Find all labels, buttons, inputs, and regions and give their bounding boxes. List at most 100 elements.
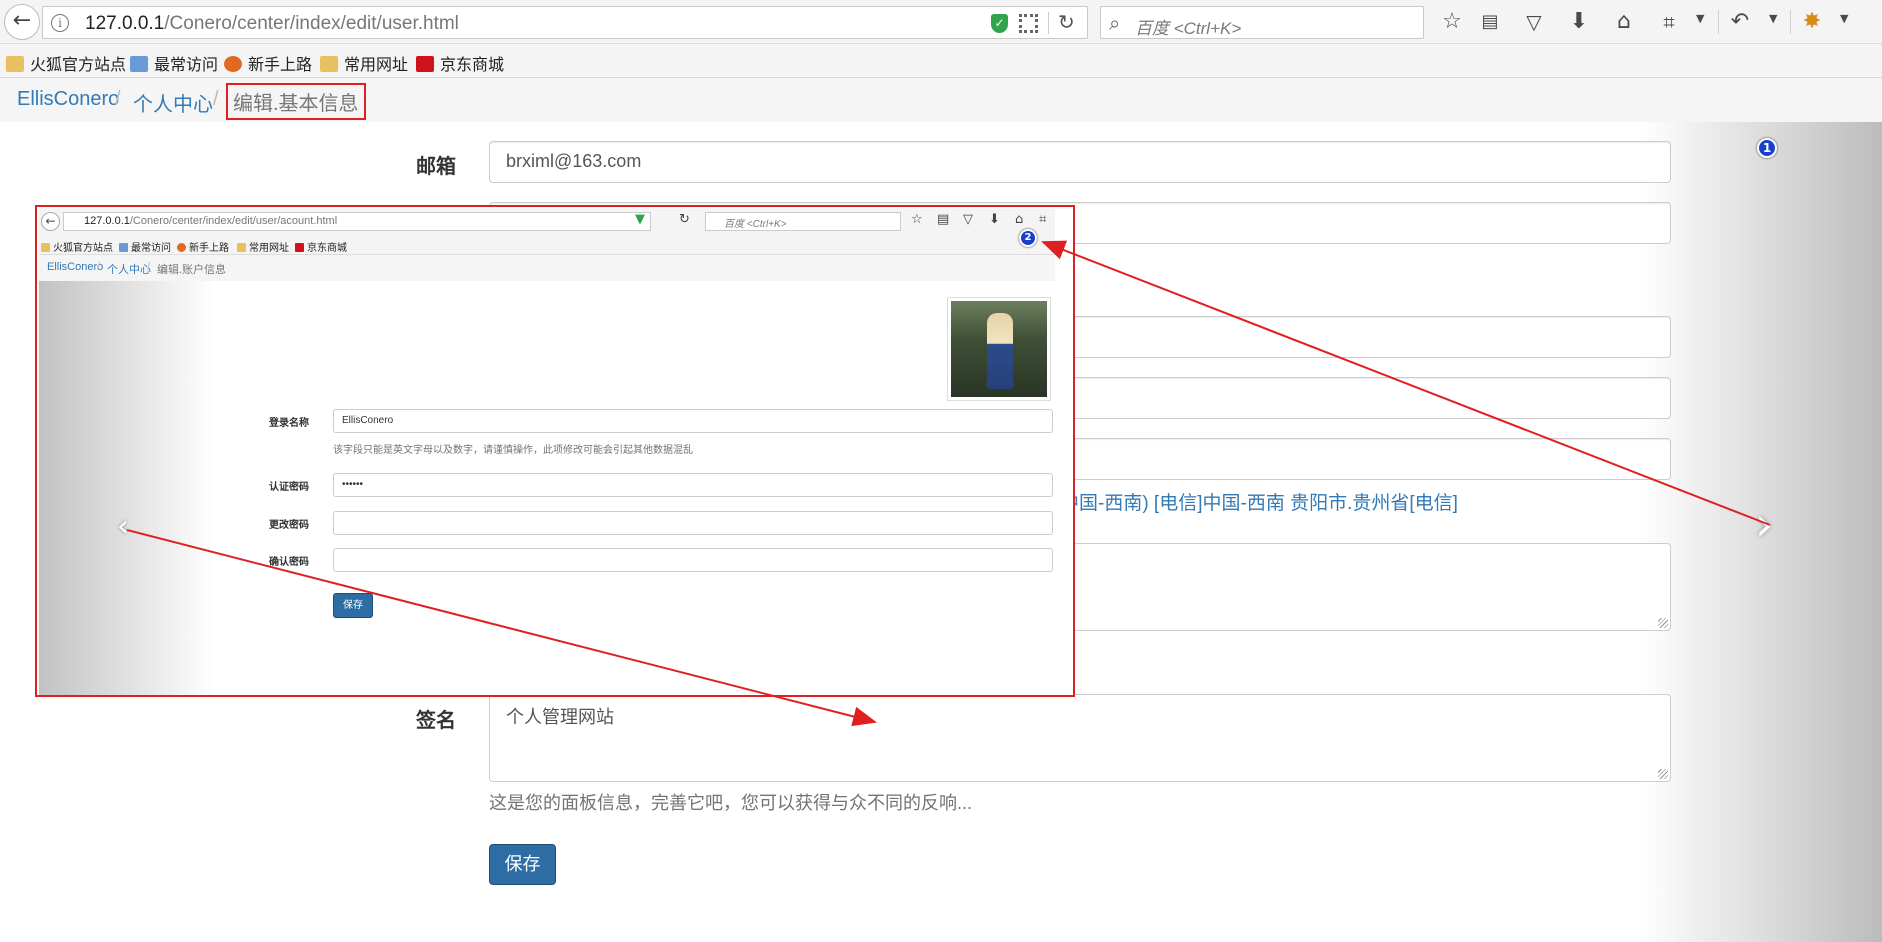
inset-change-password-label: 更改密码	[269, 520, 309, 531]
search-icon: ⌕	[1109, 11, 1121, 35]
bookmark-star-icon: ☆	[911, 212, 923, 227]
email-field[interactable]: brximl@163.com	[489, 141, 1671, 183]
avatar-photo	[951, 301, 1047, 397]
undo-icon[interactable]: ↶	[1726, 8, 1754, 36]
inset-breadcrumb: EllisConero / 个人中心 / 编辑.账户信息	[39, 255, 1055, 281]
save-button[interactable]: 保存	[489, 844, 556, 885]
inset-url-bar: 127.0.0.1/Conero/center/index/edit/user/…	[63, 212, 651, 231]
breadcrumb-separator: /	[213, 88, 219, 110]
inset-save-button: 保存	[333, 593, 373, 618]
bookmark-item: 新手上路	[177, 239, 229, 254]
avatar	[947, 297, 1051, 401]
pocket-icon[interactable]: ▽	[1520, 8, 1548, 36]
extension-icon[interactable]: ✸	[1798, 8, 1826, 36]
home-icon[interactable]: ⌂	[1610, 8, 1638, 36]
url-host: 127.0.0.1	[85, 13, 165, 34]
inset-login-label: 登录名称	[269, 418, 309, 429]
chevron-left-icon: ‹	[117, 509, 129, 544]
bookmark-item: 京东商城	[295, 239, 347, 254]
bookmark-label: 火狐官方站点	[30, 55, 127, 74]
inset-carousel-prev-area	[39, 281, 214, 695]
screenshot-crop-icon: ⌗	[1039, 212, 1047, 227]
download-icon: ⬇	[989, 212, 1000, 227]
folder-icon	[6, 56, 24, 72]
url-path: /Conero/center/index/edit/user.html	[164, 13, 459, 34]
breadcrumb-current: 编辑.基本信息	[226, 83, 366, 120]
email-value: brximl@163.com	[506, 151, 642, 171]
bookmark-label: 京东商城	[440, 55, 505, 74]
signature-textarea[interactable]: 个人管理网站	[489, 694, 1671, 782]
breadcrumb-separator: /	[97, 261, 101, 273]
undo-dropdown-icon[interactable]: ▼	[1769, 12, 1777, 25]
reload-icon[interactable]: ↻	[1058, 10, 1075, 34]
crop-dropdown-icon[interactable]: ▼	[1696, 12, 1704, 25]
inset-url-path: /Conero/center/index/edit/user/acount.ht…	[129, 215, 338, 227]
bookmark-star-icon[interactable]: ☆	[1438, 8, 1466, 36]
pocket-icon: ▽	[963, 212, 973, 227]
shield-icon[interactable]: ✓	[991, 14, 1008, 33]
url-bar[interactable]: i 127.0.0.1/Conero/center/index/edit/use…	[42, 6, 1088, 39]
bookmark-item[interactable]: 火狐官方站点	[6, 51, 127, 74]
bookmark-item[interactable]: 常用网址	[320, 51, 409, 74]
inset-login-help: 该字段只能是英文字母以及数字，请谨慎操作，此项修改可能会引起其他数据混乱	[333, 445, 693, 456]
screenshot-crop-icon[interactable]: ⌗	[1655, 8, 1683, 36]
reload-icon: ↻	[679, 212, 690, 227]
download-icon[interactable]: ⬇	[1565, 8, 1593, 36]
inset-browser-toolbar: ← 127.0.0.1/Conero/center/index/edit/use…	[39, 209, 1055, 235]
folder-icon	[41, 243, 50, 252]
bookmark-label: 最常访问	[154, 55, 219, 74]
annotation-badge-1: 1	[1757, 138, 1777, 158]
search-placeholder: 百度 <Ctrl+K>	[1135, 19, 1242, 38]
inset-url-text: 127.0.0.1/Conero/center/index/edit/user/…	[84, 215, 337, 227]
signature-help-text: 这是您的面板信息，完善它吧，您可以获得与众不同的反响...	[489, 793, 973, 813]
inset-auth-field: ••••••	[333, 473, 1053, 497]
resize-handle-icon[interactable]	[1658, 618, 1668, 628]
menu-dropdown-icon[interactable]: ▼	[1840, 12, 1848, 25]
reading-list-icon[interactable]: ▤	[1476, 8, 1504, 36]
email-label: 邮箱	[416, 154, 456, 178]
signature-value: 个人管理网站	[506, 707, 614, 727]
inset-login-value: EllisConero	[342, 415, 394, 426]
shield-icon: ▼	[635, 212, 645, 227]
avatar-figure	[987, 313, 1013, 389]
bookmark-label: 火狐官方站点	[53, 243, 113, 254]
frequent-icon	[130, 56, 148, 72]
folder-icon	[320, 56, 338, 72]
jd-icon	[295, 243, 304, 252]
inset-login-field: EllisConero	[333, 409, 1053, 433]
bookmark-label: 常用网址	[344, 55, 409, 74]
resize-handle-icon[interactable]	[1658, 769, 1668, 779]
info-icon[interactable]: i	[51, 14, 69, 32]
breadcrumb-home-link[interactable]: EllisConero	[17, 88, 119, 111]
breadcrumb-separator: /	[147, 261, 151, 273]
inset-auth-label: 认证密码	[269, 482, 309, 493]
inset-confirm-password-field	[333, 548, 1053, 572]
bookmark-item[interactable]: 新手上路	[224, 51, 313, 74]
qr-code-icon[interactable]	[1019, 14, 1038, 33]
url-text: 127.0.0.1/Conero/center/index/edit/user.…	[85, 13, 459, 35]
ip-location-link[interactable]: 中国-西南) [电信]中国-西南 贵阳市.贵州省[电信]	[1060, 488, 1458, 515]
embedded-screenshot: ← 127.0.0.1/Conero/center/index/edit/use…	[35, 205, 1075, 697]
chevron-right-icon[interactable]: ›	[1755, 497, 1773, 551]
inset-breadcrumb-current: 编辑.账户信息	[157, 264, 227, 276]
home-icon: ⌂	[1015, 212, 1024, 227]
bookmark-item[interactable]: 最常访问	[130, 51, 219, 74]
bookmark-label: 新手上路	[248, 55, 313, 74]
search-input[interactable]: ⌕ 百度 <Ctrl+K>	[1100, 6, 1424, 39]
bookmark-label: 京东商城	[307, 243, 347, 254]
url-divider	[1048, 12, 1049, 34]
toolbar-divider	[1718, 10, 1719, 34]
breadcrumb-center-link[interactable]: 个人中心	[133, 88, 213, 117]
frequent-icon	[119, 243, 128, 252]
bookmark-label: 最常访问	[131, 243, 171, 254]
annotation-badge-2: 2	[1019, 229, 1037, 247]
jd-icon	[416, 56, 434, 72]
firefox-icon	[177, 243, 186, 252]
inset-auth-value: ••••••	[342, 479, 364, 490]
bookmark-item[interactable]: 京东商城	[416, 51, 505, 74]
back-arrow-icon[interactable]: ←	[4, 4, 40, 40]
inset-url-host: 127.0.0.1	[84, 215, 130, 227]
breadcrumb: EllisConero / 个人中心 / 编辑.基本信息	[0, 78, 1882, 122]
folder-icon	[237, 243, 246, 252]
bookmarks-bar: 火狐官方站点 最常访问 新手上路 常用网址 京东商城	[0, 44, 1882, 78]
